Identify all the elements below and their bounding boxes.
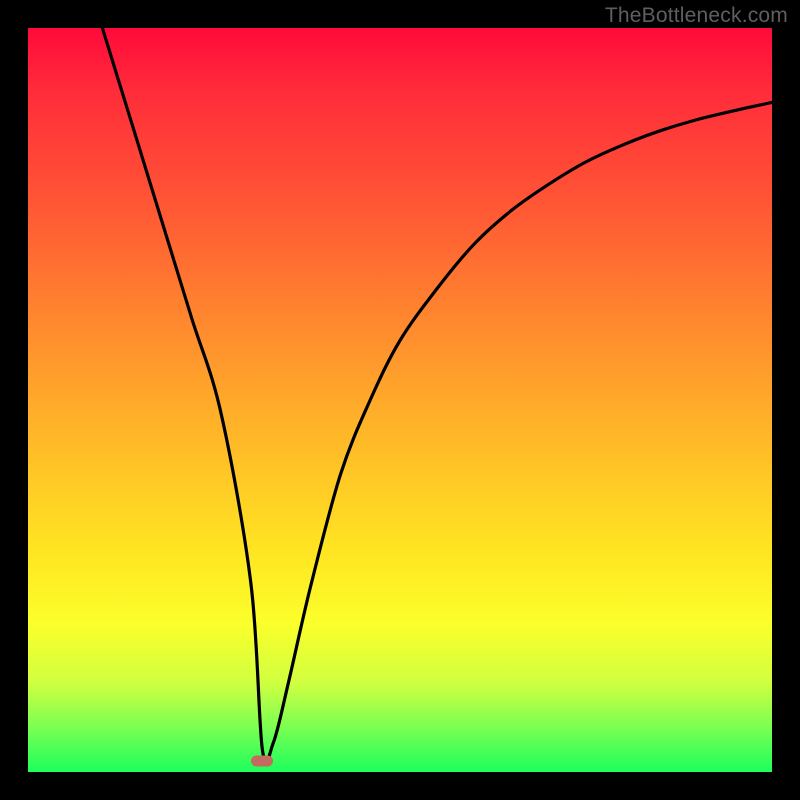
- bottleneck-curve: [28, 28, 772, 772]
- watermark-text: TheBottleneck.com: [605, 4, 788, 28]
- optimal-marker: [251, 755, 273, 766]
- chart-frame: [28, 28, 772, 772]
